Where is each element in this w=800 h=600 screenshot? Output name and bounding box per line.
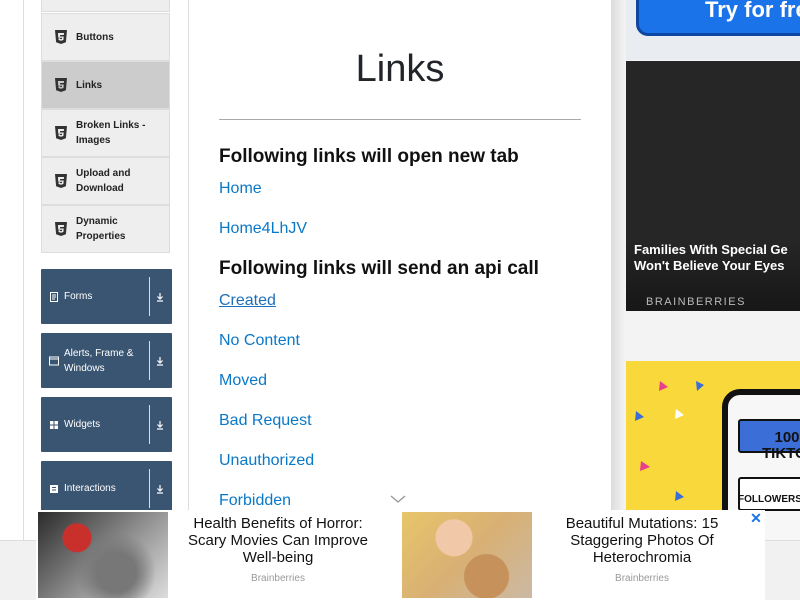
ad-title-heterochromia[interactable]: Beautiful Mutations: 15 Staggering Photo… <box>542 515 742 566</box>
section-heading-new-tab: Following links will open new tab <box>219 146 519 167</box>
divider <box>149 341 150 380</box>
nav-group-widgets[interactable]: Widgets <box>41 397 172 452</box>
page: Buttons Links Broken Links - Images Uplo… <box>0 0 800 600</box>
sidebar-item-label: Buttons <box>76 31 114 43</box>
ad-try-button[interactable]: Try for free <box>636 0 800 36</box>
window-icon <box>49 356 59 365</box>
phone-line-1: 100 <box>774 429 800 446</box>
ad-headline-line2: Won't Believe Your Eyes <box>634 258 785 273</box>
phone-line-3: FOLLOWERS <box>738 494 800 505</box>
ad-headline: Families With Special Ge Won't Believe Y… <box>634 242 800 274</box>
ad-title-horror[interactable]: Health Benefits of Horror: Scary Movies … <box>178 515 378 566</box>
widgets-icon <box>50 420 58 429</box>
link-no-content[interactable]: No Content <box>219 332 300 350</box>
link-bad-request[interactable]: Bad Request <box>219 412 312 430</box>
nav-group-label: Forms <box>64 291 93 302</box>
nav-group-label: Interactions <box>64 483 116 494</box>
download-icon[interactable] <box>153 354 167 368</box>
sidebar-item-upload-download[interactable]: Upload and Download <box>41 157 170 205</box>
sidebar-item-buttons[interactable]: Buttons <box>41 13 170 61</box>
ad-headline-line1: Families With Special Ge <box>634 242 788 257</box>
phone-text-count: 100 TIKTOK <box>762 430 800 462</box>
nav-group-interactions[interactable]: Interactions <box>41 461 172 516</box>
sidebar-item-previous[interactable] <box>41 0 170 12</box>
divider <box>219 119 581 120</box>
sidebar-item-label: Links <box>76 79 103 91</box>
page-title: Links <box>355 48 445 90</box>
interactions-icon <box>50 484 58 493</box>
sidebar-item-broken-links[interactable]: Broken Links - Images <box>41 109 170 157</box>
download-icon[interactable] <box>153 290 167 304</box>
sidebar-item-label: Broken Links - Images <box>76 120 146 146</box>
ad-image-heterochromia[interactable] <box>402 512 532 598</box>
html5-icon <box>55 222 67 236</box>
link-dynamic-home[interactable]: Home4LhJV <box>219 220 307 238</box>
sidebar-item-label: Dynamic Properties <box>76 216 126 242</box>
ad-source: Brainberries <box>251 573 305 584</box>
sidebar-item-links[interactable]: Links <box>41 61 170 109</box>
link-created[interactable]: Created <box>219 292 276 310</box>
ad-image-horror[interactable] <box>38 512 168 598</box>
ad-source: Brainberries <box>615 573 669 584</box>
link-unauthorized[interactable]: Unauthorized <box>219 452 314 470</box>
link-home[interactable]: Home <box>219 180 262 198</box>
ad-banner-brainberries[interactable]: Families With Special Ge Won't Believe Y… <box>626 61 800 311</box>
divider <box>149 277 150 316</box>
divider <box>149 469 150 508</box>
download-icon[interactable] <box>153 482 167 496</box>
link-forbidden[interactable]: Forbidden <box>219 492 291 510</box>
form-icon <box>50 291 58 302</box>
sidebar-item-label: Upload and Download <box>76 168 131 194</box>
download-icon[interactable] <box>153 418 167 432</box>
html5-icon <box>55 30 67 44</box>
section-heading-api-call: Following links will send an api call <box>219 258 539 279</box>
html5-icon <box>55 78 67 92</box>
chevron-down-icon[interactable] <box>390 494 406 504</box>
nav-group-forms[interactable]: Forms <box>41 269 172 324</box>
close-icon[interactable]: ✕ <box>749 511 763 525</box>
sidebar-item-dynamic-properties[interactable]: Dynamic Properties <box>41 205 170 253</box>
nav-group-label: Alerts, Frame & Windows <box>64 347 134 374</box>
html5-icon <box>55 126 67 140</box>
nav-group-label: Widgets <box>64 419 101 430</box>
phone-line-2: TIKTOK <box>762 445 800 462</box>
nav-group-alerts[interactable]: Alerts, Frame & Windows <box>41 333 172 388</box>
divider <box>149 405 150 444</box>
ad-banner-top[interactable]: Try for free <box>626 0 800 60</box>
link-moved[interactable]: Moved <box>219 372 267 390</box>
ad-brand: BRAINBERRIES <box>646 296 746 308</box>
html5-icon <box>55 174 67 188</box>
